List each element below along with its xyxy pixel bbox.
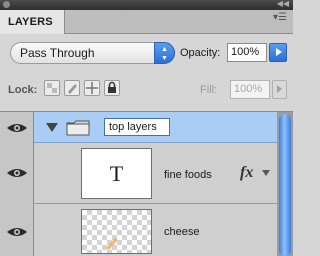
lock-label: Lock:: [8, 84, 38, 96]
eye-icon[interactable]: [6, 226, 28, 238]
disclosure-triangle-icon[interactable]: [46, 123, 58, 133]
fill-field[interactable]: 100%: [230, 80, 270, 99]
chevron-down-icon[interactable]: [262, 170, 270, 176]
scrollbar-thumb[interactable]: [279, 114, 291, 256]
fx-icon[interactable]: fx: [240, 164, 253, 182]
eye-icon[interactable]: [6, 122, 28, 134]
panel-menu-icon[interactable]: ▾☰: [273, 13, 287, 23]
tab-layers[interactable]: LAYERS: [0, 10, 65, 34]
lock-position-icon[interactable]: [84, 80, 100, 96]
close-icon[interactable]: [3, 1, 10, 8]
collapse-icon[interactable]: ◀◀: [277, 0, 289, 9]
layer-name-input[interactable]: top layers: [104, 118, 170, 136]
blend-mode-value: Pass Through: [20, 46, 95, 60]
tab-label: LAYERS: [8, 16, 53, 28]
layer-name: cheese: [164, 226, 200, 238]
panel-titlebar: [0, 0, 293, 10]
blend-mode-dropdown[interactable]: Pass Through ▲ ▼: [10, 42, 175, 64]
opacity-label: Opacity:: [180, 47, 221, 59]
fill-label: Fill:: [200, 84, 218, 96]
eye-icon[interactable]: [6, 167, 28, 179]
lock-pixels-icon[interactable]: [64, 80, 80, 96]
chevron-updown-icon[interactable]: ▲ ▼: [154, 42, 175, 64]
fill-slider-button[interactable]: [272, 80, 287, 99]
layer-name: fine foods: [164, 169, 212, 181]
lock-all-icon[interactable]: [104, 80, 120, 96]
lock-transparency-icon[interactable]: [44, 80, 60, 96]
text-layer-thumbnail: T: [81, 148, 152, 199]
folder-icon: [66, 120, 90, 136]
opacity-slider-button[interactable]: [269, 43, 287, 62]
opacity-field[interactable]: 100%: [227, 43, 267, 62]
layer-thumbnail: [81, 209, 152, 254]
layer-row-pixel[interactable]: [34, 204, 277, 256]
